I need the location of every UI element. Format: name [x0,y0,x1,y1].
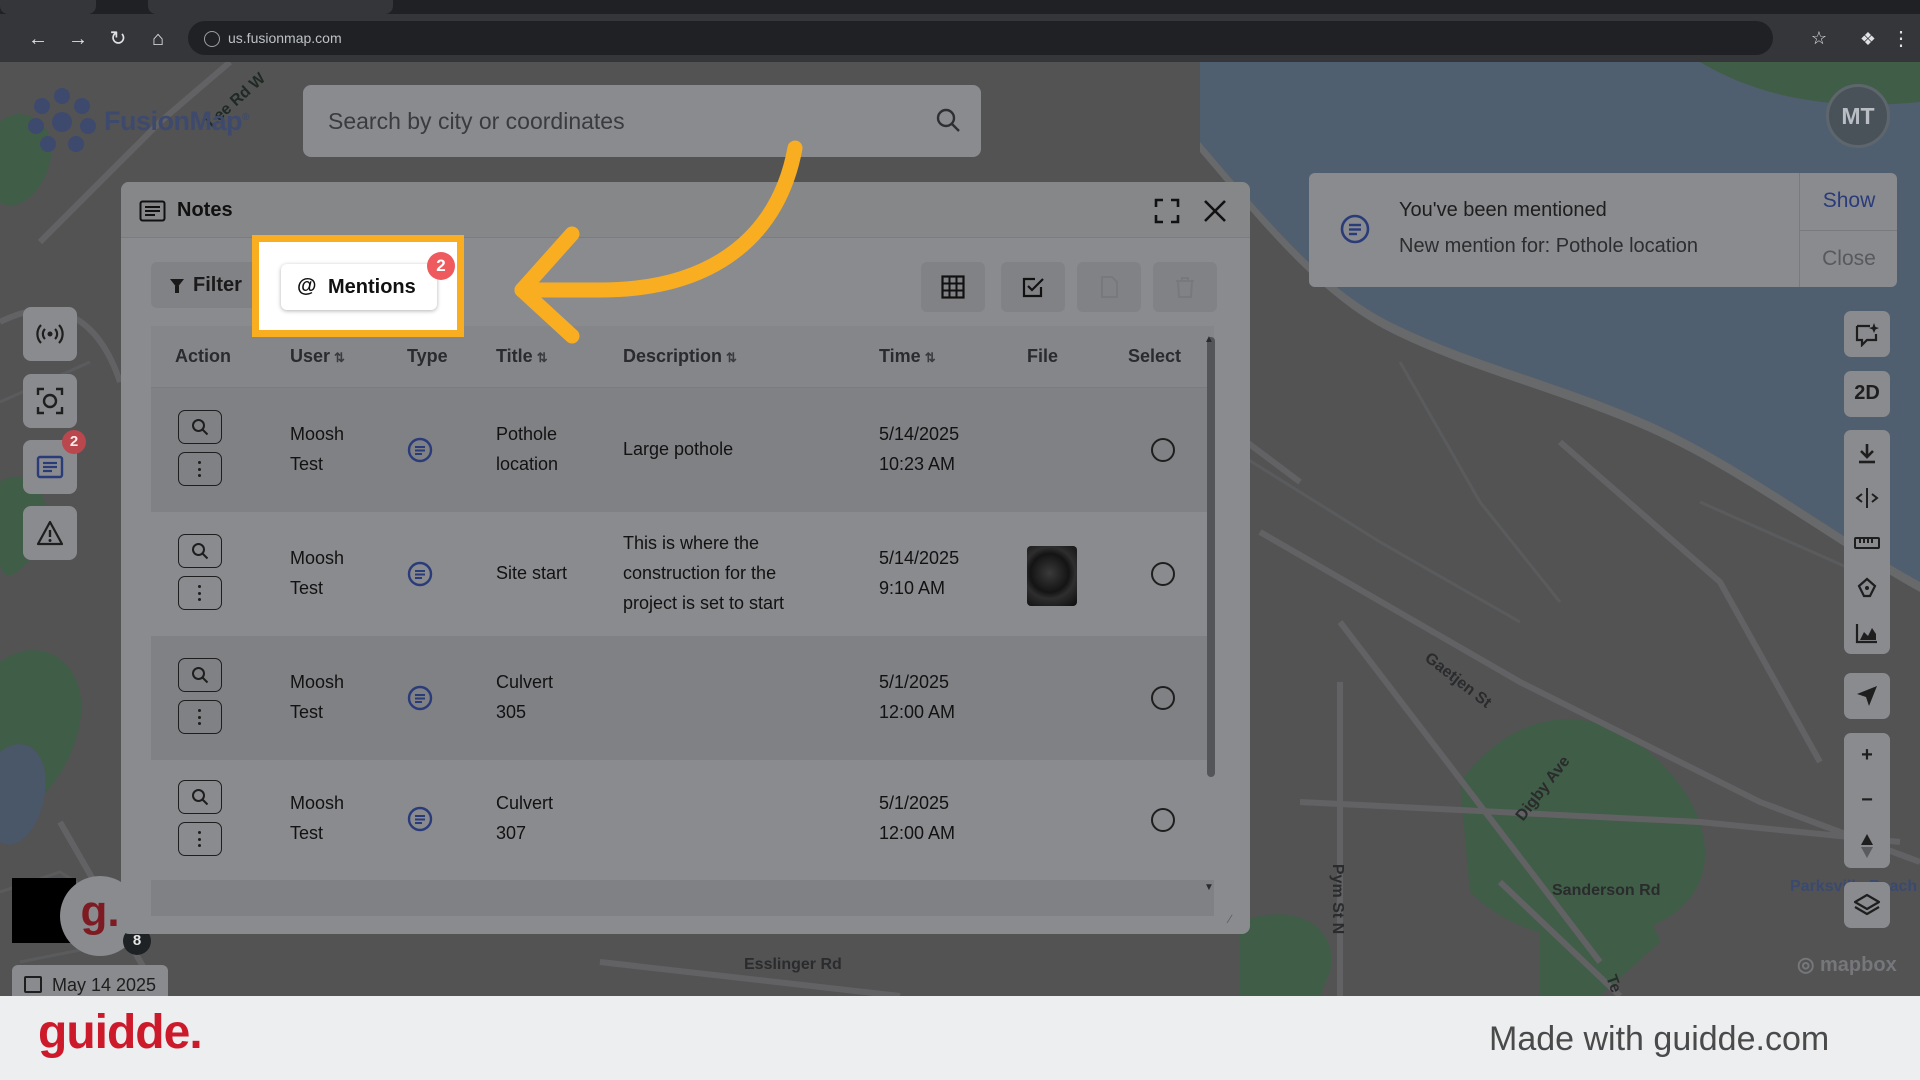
screenshot: ← → ↻ ⌂ us.fusionmap.com ☆ ❖ ⋮ Lee Rd W … [0,0,1920,1080]
made-with-text: Made with guidde.com [1489,1020,1830,1058]
guidde-brand-logo: guidde. [38,1006,203,1059]
guide-arrow-icon [514,140,803,344]
